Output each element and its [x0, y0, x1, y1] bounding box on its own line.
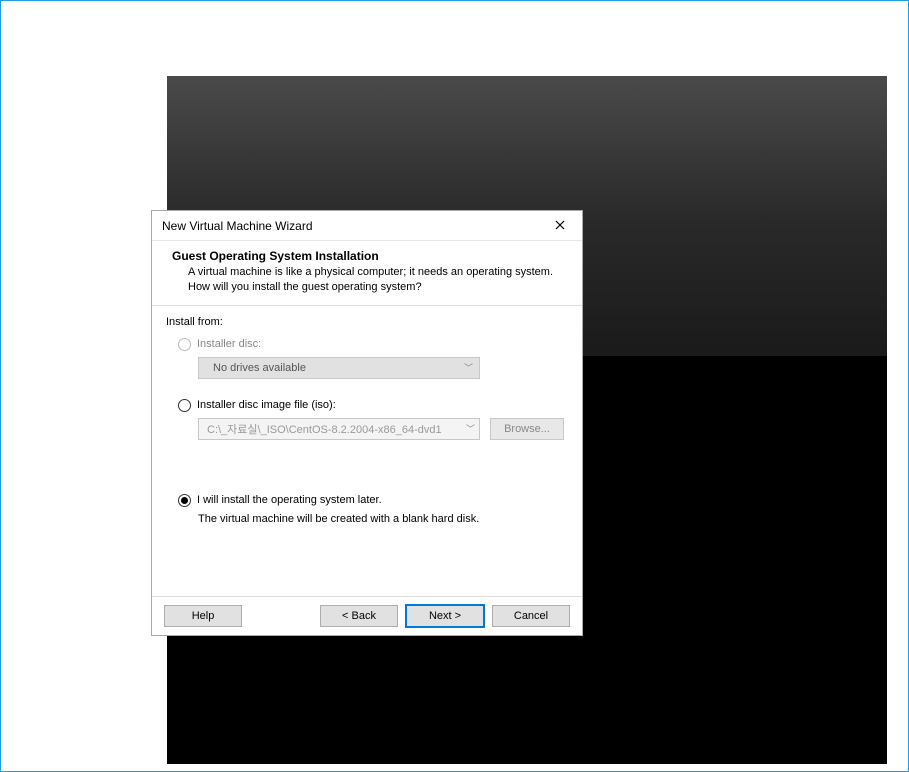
cancel-button[interactable]: Cancel: [492, 605, 570, 627]
drive-dropdown-value: No drives available: [213, 362, 306, 374]
radio-icon: [178, 494, 191, 507]
cancel-button-label: Cancel: [514, 610, 548, 622]
drive-dropdown[interactable]: No drives available ﹀: [198, 357, 480, 379]
back-button[interactable]: < Back: [320, 605, 398, 627]
radio-installer-disc[interactable]: Installer disc:: [166, 338, 568, 351]
radio-icon: [178, 338, 191, 351]
dialog-footer: Help < Back Next > Cancel: [152, 596, 582, 635]
iso-path-combo[interactable]: C:\_자료실\_ISO\CentOS-8.2.2004-x86_64-dvd1…: [198, 418, 480, 440]
back-button-label: < Back: [342, 610, 376, 622]
content-area: New Virtual Machine Wizard Guest Operati…: [11, 21, 898, 761]
radio-label-later: I will install the operating system late…: [197, 494, 382, 506]
browse-button-label: Browse...: [504, 423, 550, 435]
radio-installer-iso[interactable]: Installer disc image file (iso):: [166, 399, 568, 412]
help-button[interactable]: Help: [164, 605, 242, 627]
browse-button[interactable]: Browse...: [490, 418, 564, 440]
help-button-label: Help: [192, 610, 215, 622]
radio-icon: [178, 399, 191, 412]
later-section: I will install the operating system late…: [166, 494, 568, 525]
chevron-down-icon: ﹀: [466, 422, 475, 435]
chevron-down-icon: ﹀: [464, 361, 473, 374]
close-icon: [555, 218, 565, 233]
later-description: The virtual machine will be created with…: [166, 513, 568, 525]
dialog-header-title: Guest Operating System Installation: [166, 249, 568, 263]
dialog-header-description: A virtual machine is like a physical com…: [166, 265, 568, 295]
dialog-titlebar[interactable]: New Virtual Machine Wizard: [152, 211, 582, 241]
close-button[interactable]: [544, 214, 576, 238]
dialog-body: Install from: Installer disc: No drives …: [152, 306, 582, 596]
iso-path-text: C:\_자료실\_ISO\CentOS-8.2.2004-x86_64-dvd1: [207, 421, 442, 437]
dialog-header: Guest Operating System Installation A vi…: [152, 241, 582, 306]
iso-row: C:\_자료실\_ISO\CentOS-8.2.2004-x86_64-dvd1…: [198, 418, 568, 440]
radio-label-disc: Installer disc:: [197, 338, 261, 350]
radio-install-later[interactable]: I will install the operating system late…: [166, 494, 568, 507]
next-button[interactable]: Next >: [406, 605, 484, 627]
radio-label-iso: Installer disc image file (iso):: [197, 399, 336, 411]
install-from-label: Install from:: [166, 316, 568, 328]
window-frame: New Virtual Machine Wizard Guest Operati…: [0, 0, 909, 772]
dialog-title: New Virtual Machine Wizard: [162, 219, 313, 233]
next-button-label: Next >: [429, 610, 461, 622]
wizard-dialog: New Virtual Machine Wizard Guest Operati…: [151, 210, 583, 636]
